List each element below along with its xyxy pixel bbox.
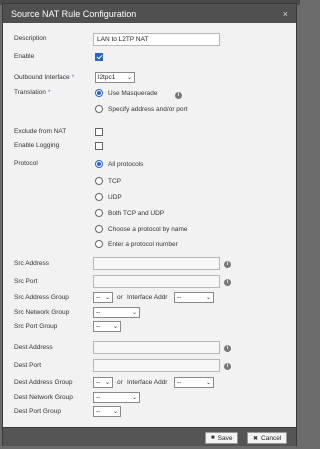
radio-button[interactable]	[95, 240, 103, 248]
radio-tcp[interactable]: TCP	[95, 177, 121, 185]
enable-logging-label: Enable Logging	[14, 142, 60, 149]
src-network-group-select[interactable]: -- ⌄	[93, 307, 140, 318]
radio-protocol-by-name[interactable]: Choose a protocol by name	[95, 225, 188, 233]
floppy-disk-icon: ■	[211, 435, 215, 441]
outbound-interface-select[interactable]: l2tpc1 ⌄	[95, 72, 135, 83]
dest-interface-addr-select[interactable]: -- ⌄	[174, 377, 214, 388]
description-label: Description	[14, 35, 47, 42]
chevron-down-icon: ⌄	[131, 310, 137, 316]
radio-udp[interactable]: UDP	[95, 193, 122, 201]
x-icon: ✖	[253, 435, 259, 442]
src-port-label: Src Port	[14, 278, 38, 285]
enable-checkbox[interactable]	[95, 53, 103, 61]
radio-all-protocols[interactable]: All protocols	[95, 160, 143, 168]
radio-protocol-number[interactable]: Enter a protocol number	[95, 240, 178, 248]
outbound-interface-label: Outbound Interface *	[14, 74, 75, 81]
src-address-group-label: Src Address Group	[14, 294, 69, 301]
chevron-down-icon: ⌄	[112, 409, 118, 415]
src-port-group-select[interactable]: -- ⌄	[93, 321, 121, 332]
chevron-down-icon: ⌄	[126, 75, 132, 81]
radio-button[interactable]	[95, 160, 103, 168]
info-icon[interactable]: i	[224, 345, 231, 352]
radio-button[interactable]	[95, 225, 103, 233]
or-text: or	[117, 294, 123, 301]
dest-port-group-label: Dest Port Group	[14, 408, 61, 415]
radio-button[interactable]	[95, 193, 103, 201]
dialog-title: Source NAT Rule Configuration	[11, 8, 137, 19]
dest-port-input[interactable]	[93, 359, 220, 372]
dest-network-group-label: Dest Network Group	[14, 394, 73, 401]
src-address-group-select[interactable]: -- ⌄	[93, 292, 113, 303]
exclude-from-nat-label: Exclude from NAT	[14, 128, 67, 135]
dest-address-group-label: Dest Address Group	[14, 379, 73, 386]
dest-port-label: Dest Port	[14, 362, 42, 369]
info-icon[interactable]: i	[224, 363, 231, 370]
source-nat-dialog: Source NAT Rule Configuration × Descript…	[2, 3, 297, 446]
close-icon[interactable]: ×	[283, 9, 288, 19]
radio-specify-address[interactable]: Specify address and/or port	[95, 105, 188, 113]
radio-button[interactable]	[95, 105, 103, 113]
src-address-input[interactable]	[93, 257, 220, 270]
description-input[interactable]	[93, 33, 220, 46]
chevron-down-icon: ⌄	[205, 380, 211, 386]
enable-label: Enable	[14, 53, 35, 60]
radio-use-masquerade[interactable]: Use Masquerade	[95, 89, 158, 97]
dialog-title-bar: Source NAT Rule Configuration ×	[3, 4, 296, 23]
src-address-label: Src Address	[14, 260, 50, 267]
interface-addr-label: Interface Addr	[127, 379, 168, 386]
translation-label: Translation *	[14, 89, 51, 96]
interface-addr-label: Interface Addr	[127, 294, 168, 301]
protocol-label: Protocol	[14, 160, 38, 167]
chevron-down-icon: ⌄	[104, 380, 110, 386]
radio-button[interactable]	[95, 89, 103, 97]
exclude-from-nat-checkbox[interactable]	[95, 128, 103, 136]
enable-logging-checkbox[interactable]	[95, 142, 103, 150]
src-interface-addr-select[interactable]: -- ⌄	[174, 292, 214, 303]
radio-button[interactable]	[95, 177, 103, 185]
chevron-down-icon: ⌄	[112, 324, 118, 330]
save-button[interactable]: ■ Save	[205, 432, 239, 444]
dest-network-group-select[interactable]: -- ⌄	[93, 392, 140, 403]
chevron-down-icon: ⌄	[104, 295, 110, 301]
radio-tcp-and-udp[interactable]: Both TCP and UDP	[95, 209, 164, 217]
dest-address-label: Dest Address	[14, 344, 53, 351]
info-icon[interactable]: i	[224, 279, 231, 286]
dest-address-input[interactable]	[93, 341, 220, 354]
cancel-button[interactable]: ✖ Cancel	[247, 432, 288, 444]
or-text: or	[117, 379, 123, 386]
info-icon[interactable]: i	[175, 92, 182, 99]
info-icon[interactable]: i	[224, 261, 231, 268]
src-network-group-label: Src Network Group	[14, 309, 70, 316]
dest-port-group-select[interactable]: -- ⌄	[93, 406, 121, 417]
dest-address-group-select[interactable]: -- ⌄	[93, 377, 113, 388]
radio-button[interactable]	[95, 209, 103, 217]
chevron-down-icon: ⌄	[131, 395, 137, 401]
src-port-group-label: Src Port Group	[14, 323, 58, 330]
chevron-down-icon: ⌄	[205, 295, 211, 301]
src-port-input[interactable]	[93, 275, 220, 288]
dialog-footer: ■ Save ✖ Cancel	[3, 427, 296, 446]
